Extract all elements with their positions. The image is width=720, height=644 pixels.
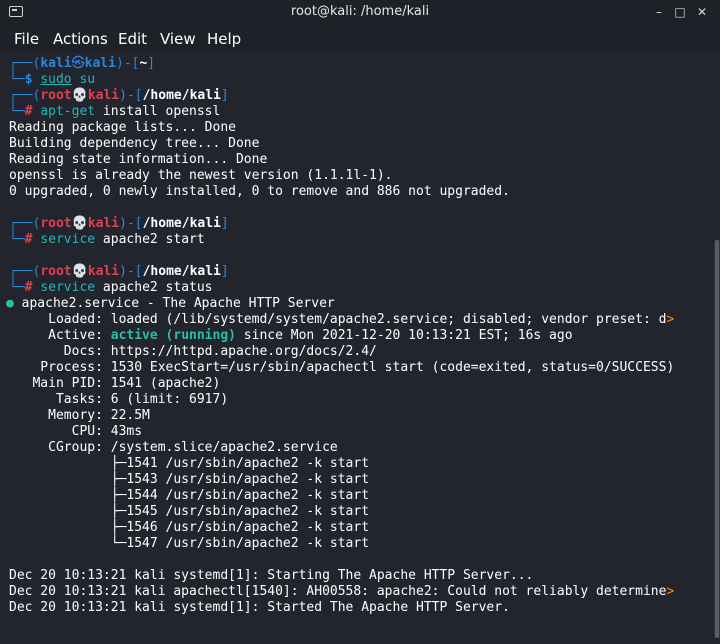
status-tasks-line: Tasks: 6 (limit: 6917) bbox=[9, 392, 229, 407]
status-cgroup-line: CGroup: /system.slice/apache2.service bbox=[9, 440, 338, 455]
status-active-line: Active: active (running) since Mon 2021-… bbox=[9, 328, 573, 343]
process-tree-line: ├─1543 /usr/sbin/apache2 -k start bbox=[9, 472, 370, 487]
prompt-line: ┌──(root💀kali)-[/home/kali] bbox=[9, 264, 229, 279]
journal-line: Dec 20 10:13:21 kali systemd[1]: Started… bbox=[9, 600, 510, 615]
scrollbar[interactable] bbox=[714, 240, 720, 638]
status-pid-line: Main PID: 1541 (apache2) bbox=[9, 376, 221, 391]
journal-line: Dec 20 10:13:21 kali apachectl[1540]: AH… bbox=[9, 584, 675, 599]
status-loaded-line: Loaded: loaded (/lib/systemd/system/apac… bbox=[9, 312, 675, 327]
menu-help[interactable]: Help bbox=[207, 30, 241, 48]
minimize-button[interactable]: – bbox=[652, 5, 666, 19]
title-bar: root@kali: /home/kali – □ ✕ bbox=[0, 0, 720, 26]
output-line: openssl is already the newest version (1… bbox=[9, 168, 393, 183]
service-title-line: ● apache2.service - The Apache HTTP Serv… bbox=[6, 296, 335, 311]
status-cpu-line: CPU: 43ms bbox=[9, 424, 143, 439]
status-memory-line: Memory: 22.5M bbox=[9, 408, 150, 423]
prompt-line: ┌──(root💀kali)-[/home/kali] bbox=[9, 216, 229, 231]
menu-edit[interactable]: Edit bbox=[118, 30, 147, 48]
menu-file[interactable]: File bbox=[14, 30, 39, 48]
process-tree-line: ├─1541 /usr/sbin/apache2 -k start bbox=[9, 456, 370, 471]
output-line: Building dependency tree... Done bbox=[9, 136, 260, 151]
output-line: Reading state information... Done bbox=[9, 152, 268, 167]
command-line: └─# apt-get install openssl bbox=[9, 104, 221, 119]
prompt-line: ┌──(kali㉿kali)-[~] bbox=[9, 56, 156, 71]
process-tree-line: └─1547 /usr/sbin/apache2 -k start bbox=[9, 536, 370, 551]
terminal-output[interactable]: ┌──(kali㉿kali)-[~] └─$ sudo su ┌──(root💀… bbox=[0, 52, 720, 644]
window-title: root@kali: /home/kali bbox=[290, 4, 430, 19]
journal-line: Dec 20 10:13:21 kali systemd[1]: Startin… bbox=[9, 568, 534, 583]
maximize-button[interactable]: □ bbox=[673, 5, 687, 19]
menu-bar: File Actions Edit View Help bbox=[0, 26, 720, 52]
prompt-line: ┌──(root💀kali)-[/home/kali] bbox=[9, 88, 229, 103]
command-line: └─# service apache2 start bbox=[9, 232, 205, 247]
process-tree-line: ├─1544 /usr/sbin/apache2 -k start bbox=[9, 488, 370, 503]
scrollbar-thumb[interactable] bbox=[715, 240, 719, 638]
process-tree-line: ├─1546 /usr/sbin/apache2 -k start bbox=[9, 520, 370, 535]
close-button[interactable]: ✕ bbox=[695, 5, 709, 19]
command-line: └─$ sudo su bbox=[9, 72, 96, 87]
output-line: Reading package lists... Done bbox=[9, 120, 236, 135]
output-line: 0 upgraded, 0 newly installed, 0 to remo… bbox=[9, 184, 510, 199]
menu-actions[interactable]: Actions bbox=[53, 30, 108, 48]
process-tree-line: ├─1545 /usr/sbin/apache2 -k start bbox=[9, 504, 370, 519]
menu-view[interactable]: View bbox=[160, 30, 196, 48]
status-process-line: Process: 1530 ExecStart=/usr/sbin/apache… bbox=[9, 360, 675, 375]
command-line: └─# service apache2 status bbox=[9, 280, 213, 295]
terminal-window: root@kali: /home/kali – □ ✕ File Actions… bbox=[0, 0, 720, 644]
status-dot-icon: ● bbox=[6, 296, 14, 311]
status-docs-line: Docs: https://httpd.apache.org/docs/2.4/ bbox=[9, 344, 377, 359]
